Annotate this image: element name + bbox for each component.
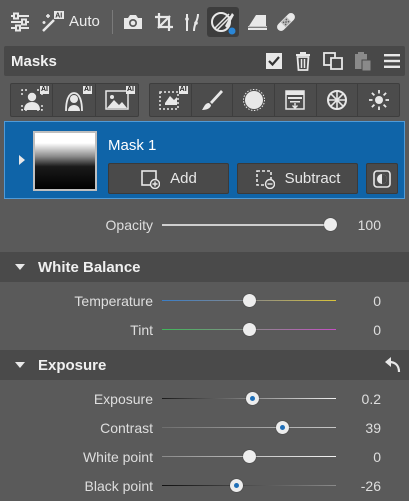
contrast-label: Contrast [100, 420, 153, 436]
checkbox-checked-icon[interactable] [263, 50, 285, 72]
ai-badge: AI [83, 86, 92, 94]
paste-icon [352, 50, 374, 72]
exposure-section-header[interactable]: Exposure [0, 350, 409, 380]
reset-icon[interactable] [383, 355, 403, 375]
temperature-slider-thumb[interactable] [242, 294, 256, 307]
contrast-slider-thumb[interactable] [275, 421, 289, 434]
white-balance-section-header[interactable]: White Balance [0, 252, 409, 282]
collapse-arrow-icon[interactable] [15, 264, 25, 270]
masks-header: Masks [4, 46, 405, 76]
temperature-value[interactable]: 0 [341, 293, 381, 309]
mask-tools-group: AI [149, 83, 400, 117]
luminosity-icon[interactable] [358, 84, 399, 116]
mask-brush-icon[interactable] [207, 7, 239, 37]
opacity-value[interactable]: 100 [341, 217, 381, 233]
magic-wand-ai-icon[interactable]: AI [38, 8, 66, 36]
mask-thumbnail[interactable] [33, 131, 97, 191]
radial-icon[interactable] [233, 84, 276, 116]
exposure-label: Exposure [93, 391, 153, 407]
opacity-slider-thumb[interactable] [323, 218, 337, 231]
subtract-button-label: Subtract [284, 170, 341, 187]
color-range-icon[interactable] [317, 84, 359, 116]
black-point-slider-track[interactable] [162, 485, 336, 486]
expand-arrow-icon[interactable] [19, 155, 25, 165]
masks-title: Masks [11, 53, 57, 70]
ai-landscape-icon[interactable]: AI [96, 84, 138, 116]
svg-text:AI: AI [55, 13, 62, 20]
black-point-slider-thumb[interactable] [230, 479, 244, 492]
menu-icon[interactable] [381, 50, 403, 72]
ai-tools-group: AI AI AI [10, 83, 139, 117]
toolbar-divider [112, 10, 113, 34]
mask-item-panel[interactable]: Mask 1 Add Subtract [4, 121, 405, 199]
ai-badge: AI [40, 86, 49, 94]
brush-icon[interactable] [192, 84, 234, 116]
auto-button-label[interactable]: Auto [69, 13, 100, 30]
add-button[interactable]: Add [108, 163, 229, 194]
modified-dot [234, 483, 240, 488]
ai-select-icon[interactable]: AI [150, 84, 192, 116]
white-point-slider-thumb[interactable] [242, 450, 256, 463]
exposure-slider-thumb[interactable] [245, 392, 259, 405]
sliders-icon[interactable] [6, 8, 34, 36]
camera-icon[interactable] [119, 8, 147, 36]
contrast-slider-track[interactable] [162, 427, 336, 428]
invert-mask-button[interactable] [366, 163, 398, 194]
black-point-value[interactable]: -26 [341, 478, 381, 494]
eraser-icon[interactable] [243, 8, 271, 36]
curves-icon[interactable] [178, 8, 206, 36]
add-button-label: Add [170, 170, 197, 187]
exposure-title: Exposure [38, 357, 107, 374]
gradient-icon[interactable] [275, 84, 317, 116]
white-balance-title: White Balance [38, 259, 141, 276]
ai-badge: AI [178, 86, 188, 94]
bandage-icon[interactable] [272, 8, 300, 36]
modified-dot [249, 396, 255, 401]
top-toolbar: AI Auto [0, 0, 409, 44]
ai-badge: AI [126, 86, 135, 94]
ai-portrait-icon[interactable]: AI [53, 84, 96, 116]
tint-value[interactable]: 0 [341, 322, 381, 338]
black-point-label: Black point [84, 478, 153, 494]
opacity-slider-track[interactable] [162, 224, 330, 226]
mask-name[interactable]: Mask 1 [108, 137, 156, 154]
white-point-label: White point [82, 449, 153, 465]
crop-icon[interactable] [150, 8, 178, 36]
opacity-label: Opacity [105, 217, 153, 233]
modified-dot [279, 425, 285, 430]
collapse-arrow-icon[interactable] [15, 362, 25, 368]
subtract-button[interactable]: Subtract [237, 163, 358, 194]
temperature-label: Temperature [74, 293, 153, 309]
duplicate-icon[interactable] [322, 50, 344, 72]
ai-person-icon[interactable]: AI [11, 84, 53, 116]
trash-icon[interactable] [292, 50, 314, 72]
exposure-value[interactable]: 0.2 [341, 391, 381, 407]
contrast-value[interactable]: 39 [341, 420, 381, 436]
tint-slider-thumb[interactable] [242, 323, 256, 336]
tint-label: Tint [130, 322, 153, 338]
white-point-value[interactable]: 0 [341, 449, 381, 465]
